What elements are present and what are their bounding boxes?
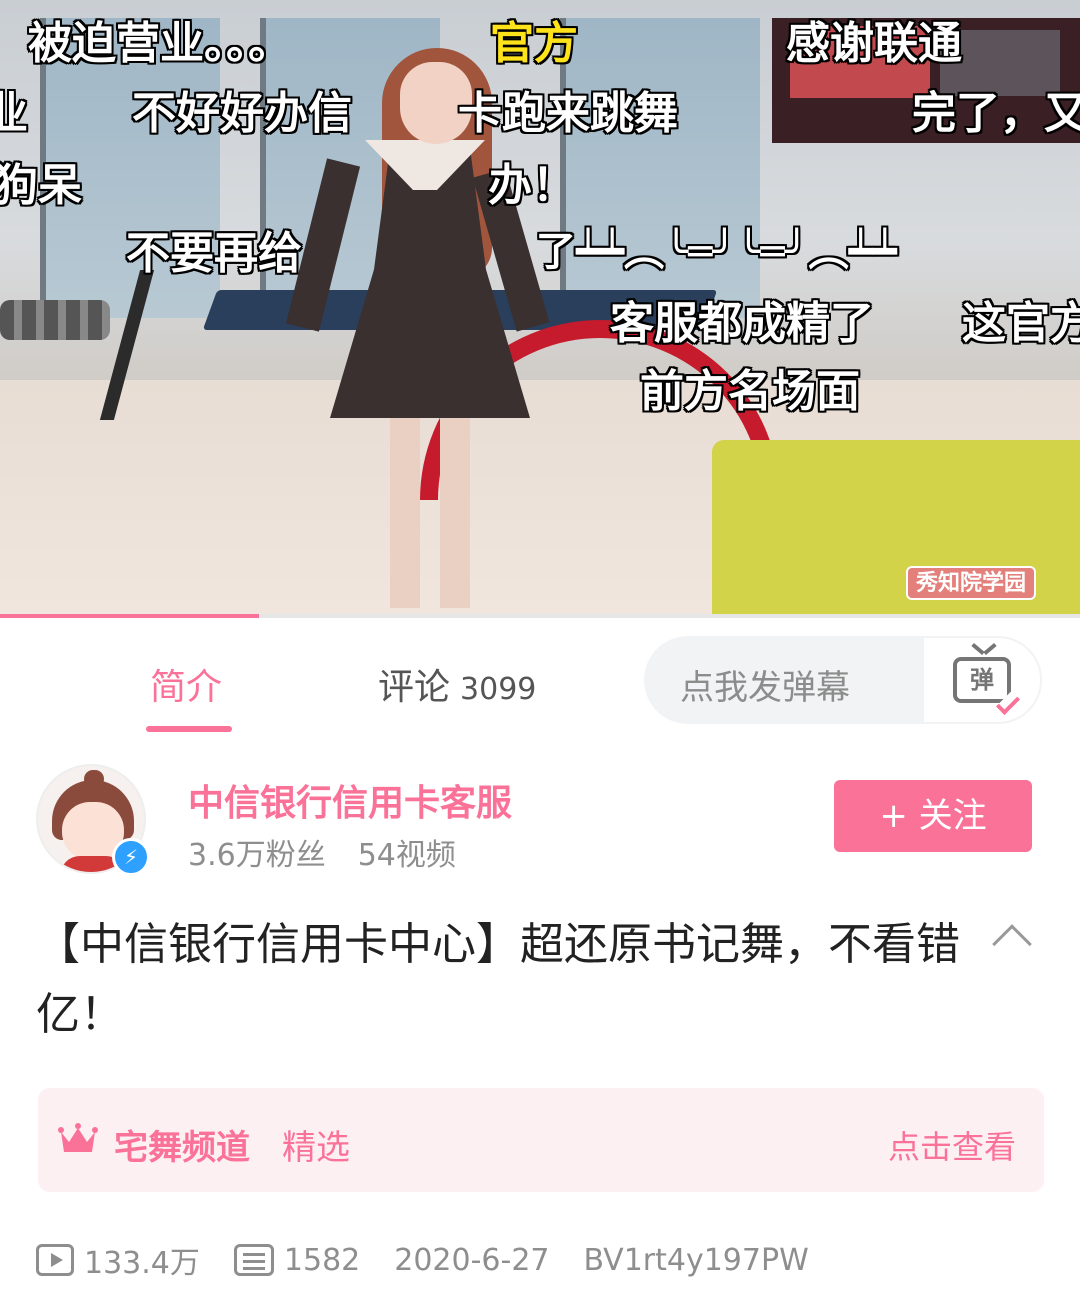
uploader-videos: 54视频 xyxy=(357,838,456,873)
tab-bar: 简介 评论 3099 点我发弹幕 弹 xyxy=(0,620,1080,738)
danmaku-count-icon xyxy=(233,1244,274,1276)
uploader-stats: 3.6万粉丝 54视频 xyxy=(188,830,456,874)
verified-bolt-icon: ⚡ xyxy=(112,838,150,876)
channel-view-link[interactable]: 点击查看 xyxy=(888,1122,1016,1168)
uploader-fans: 3.6万粉丝 xyxy=(188,838,326,873)
video-title: 【中信银行信用卡中心】超还原书记舞，不看错亿！ xyxy=(36,919,960,1040)
danmaku-comment: 前方名场面 xyxy=(640,366,860,417)
uploader-row: ⚡ 中信银行信用卡客服 3.6万粉丝 54视频 + 关注 xyxy=(0,740,1080,890)
channel-tag: 精选 xyxy=(282,1128,350,1168)
danmaku-comment: 业 xyxy=(0,88,28,139)
danmu-toggle-icon: 弹 xyxy=(953,657,1021,716)
playback-progress-bar[interactable] xyxy=(0,614,1080,618)
danmaku-comment: 被迫营业。。。 xyxy=(28,18,292,69)
channel-banner[interactable]: 宅舞频道 精选 点击查看 xyxy=(38,1088,1044,1192)
danmaku-comment: 不好好办信 xyxy=(132,88,352,139)
danmaku-comment: 办！ xyxy=(488,160,576,211)
danmaku-comment: 了┷┷︵╰═╯╰═╯︵┷┷ xyxy=(536,229,897,275)
tab-intro[interactable]: 简介 xyxy=(150,658,222,710)
danmaku-comment: 这官方 xyxy=(962,298,1080,349)
channel-watermark: 秀知院学园 xyxy=(906,566,1037,600)
crown-icon xyxy=(58,1123,98,1152)
follow-button[interactable]: + 关注 xyxy=(834,780,1032,852)
playback-progress-fill xyxy=(0,614,260,618)
view-count-value: 133.4万 xyxy=(84,1246,200,1281)
video-player[interactable]: 被迫营业。。。 官方 感谢联通 业 不好好办信 卡跑来跳舞 完了，又 狗呆 办！… xyxy=(0,0,1080,618)
bvid: BV1rt4y197PW xyxy=(583,1242,809,1278)
danmu-toggle-glyph: 弹 xyxy=(970,666,994,694)
danmaku-comment: 完了，又 xyxy=(912,88,1080,139)
uploader-name[interactable]: 中信银行信用卡客服 xyxy=(188,774,512,826)
dancer-leg xyxy=(440,418,470,608)
video-stats: 133.4万 1582 2020-6-27 BV1rt4y197PW xyxy=(36,1238,843,1282)
danmaku-comment: 不要再给 xyxy=(126,228,302,279)
danmaku-toggle-button[interactable]: 弹 xyxy=(922,636,1042,724)
dancer-leg xyxy=(390,418,420,608)
danmaku-count-value: 1582 xyxy=(283,1242,361,1278)
danmaku-comment: 狗呆 xyxy=(0,160,82,211)
danmaku-comment: 感谢联通 xyxy=(786,18,962,69)
channel-name: 宅舞频道 xyxy=(114,1128,250,1168)
danmaku-input-placeholder: 点我发弹幕 xyxy=(680,668,850,708)
danmaku-count: 1582 xyxy=(233,1242,361,1278)
tab-comments[interactable]: 评论 3099 xyxy=(378,658,536,710)
tab-comments-count: 3099 xyxy=(460,672,537,707)
tab-active-indicator xyxy=(146,726,232,732)
danmaku-comment: 官方 xyxy=(490,18,578,69)
danmaku-comment: 客服都成精了 xyxy=(610,298,874,349)
video-weights xyxy=(0,300,110,340)
tab-comments-label: 评论 xyxy=(378,667,451,708)
publish-date: 2020-6-27 xyxy=(394,1242,550,1278)
play-count-icon xyxy=(36,1244,74,1276)
view-count: 133.4万 xyxy=(36,1238,200,1282)
danmaku-input[interactable]: 点我发弹幕 弹 xyxy=(644,636,1042,724)
danmaku-comment: 卡跑来跳舞 xyxy=(458,88,678,139)
check-icon xyxy=(995,690,1021,716)
collapse-chevron-icon[interactable] xyxy=(992,924,1032,964)
